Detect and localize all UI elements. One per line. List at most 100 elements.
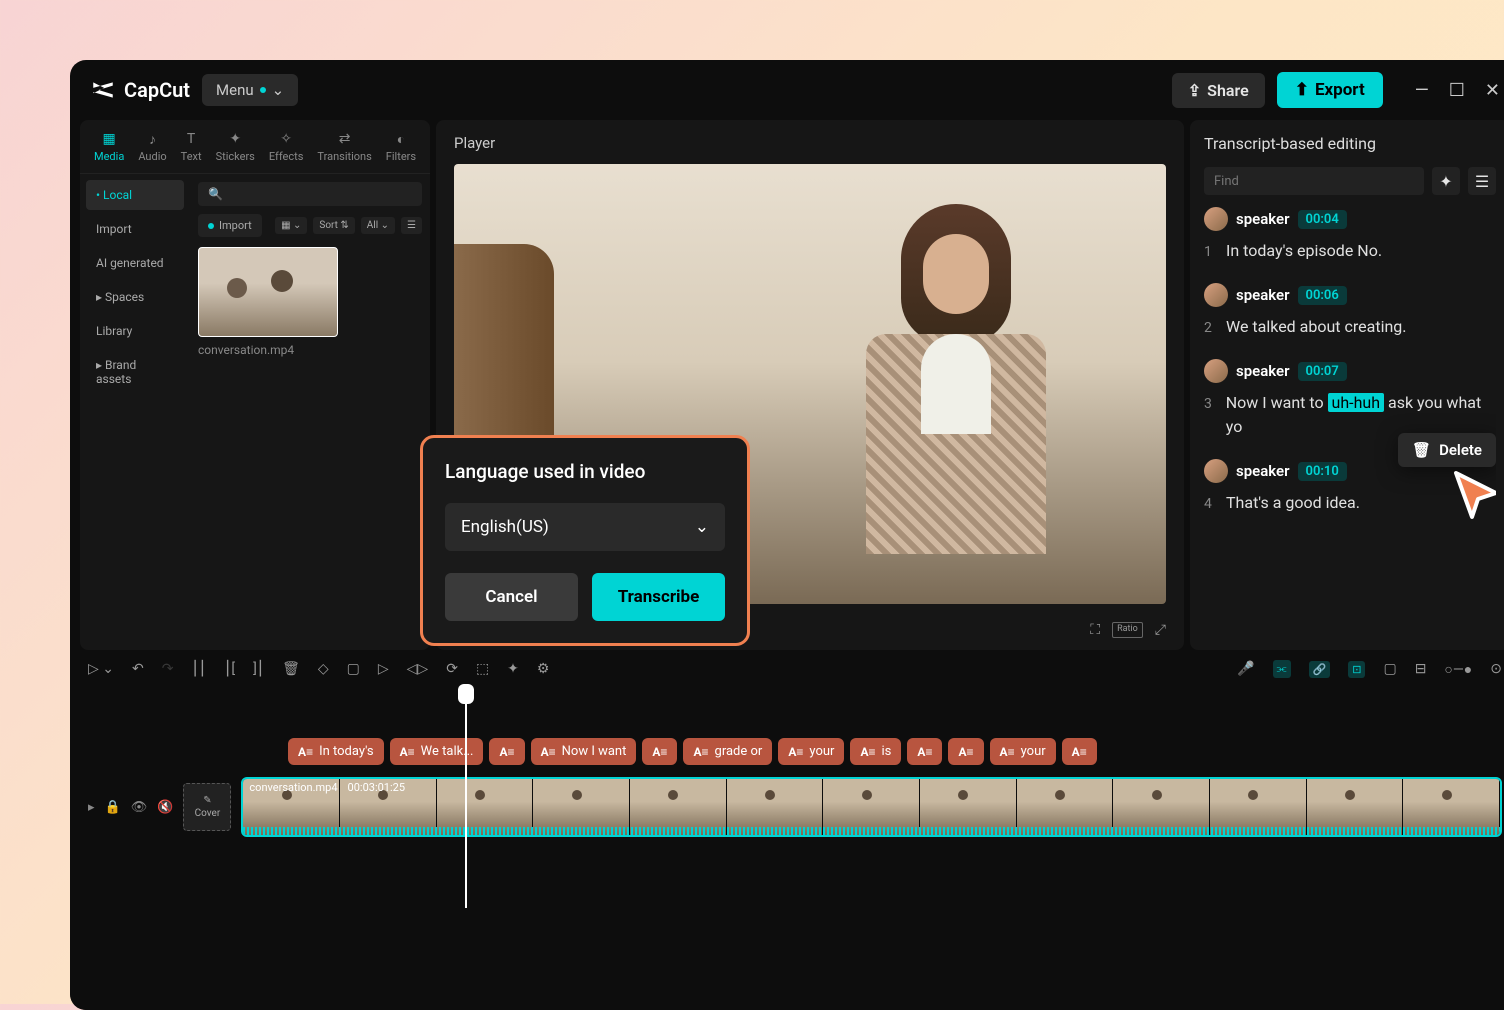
import-chip[interactable]: Import — [198, 214, 262, 237]
magnet-icon[interactable]: ⫘ — [1273, 660, 1291, 678]
text-clip[interactable]: A≡grade or — [683, 738, 772, 765]
media-search-input[interactable] — [198, 182, 422, 206]
delete-icon[interactable]: 🗑 — [282, 661, 300, 677]
tab-stickers[interactable]: ✦Stickers — [216, 130, 255, 163]
settings-icon[interactable]: ⚙ — [537, 661, 550, 677]
video-track[interactable]: conversation.mp400:03:01:25 — [241, 777, 1502, 837]
export-button[interactable]: ⬆Export — [1277, 72, 1383, 108]
media-panel: ▦Media ♪Audio TText ✦Stickers ✧Effects ⇄Trans… — [80, 120, 430, 650]
mirror-icon[interactable]: ◁▷ — [407, 661, 429, 677]
cut-left-icon[interactable]: ⎮[ — [224, 661, 235, 677]
trash-icon: 🗑 — [1412, 441, 1431, 459]
track-toggle-icon[interactable]: ▸ — [88, 800, 95, 815]
track-icon[interactable]: ⊟ — [1415, 661, 1427, 677]
minimize-icon[interactable]: — — [1415, 80, 1429, 101]
undo-icon[interactable]: ↶ — [132, 661, 144, 677]
menu-icon[interactable]: ☰ — [1468, 167, 1496, 195]
rotate-icon[interactable]: ⟳ — [446, 661, 458, 677]
text-clip[interactable]: A≡ — [1062, 738, 1097, 765]
cursor-pointer-icon — [1446, 463, 1496, 523]
snap-icon[interactable]: ⊡ — [1348, 661, 1365, 678]
text-clip[interactable]: A≡We talk... — [390, 738, 484, 765]
app-window: CapCut Menu⌄ ⇪Share ⬆Export — ☐ ✕ ▦Media… — [70, 60, 1504, 1010]
transcribe-button[interactable]: Transcribe — [592, 573, 725, 621]
sidenav-import[interactable]: Import — [86, 214, 184, 244]
cut-right-icon[interactable]: ]⎮ — [253, 661, 264, 677]
chevron-down-icon: ⌄ — [272, 81, 285, 99]
export-icon: ⬆ — [1295, 80, 1309, 100]
filter-all-button[interactable]: All ⌄ — [361, 217, 395, 234]
chevron-down-icon: ⌄ — [695, 517, 709, 537]
sidenav-spaces[interactable]: ▸ Spaces — [86, 282, 184, 312]
eye-icon[interactable]: 👁 — [131, 800, 148, 815]
play-range-icon[interactable]: ▷ — [378, 661, 389, 677]
tab-transitions[interactable]: ⇄Transitions — [317, 130, 371, 163]
share-button[interactable]: ⇪Share — [1172, 73, 1265, 108]
marker-icon[interactable]: ◇ — [318, 661, 329, 677]
avatar — [1204, 283, 1228, 307]
text-clip[interactable]: A≡ — [907, 738, 942, 765]
maximize-icon[interactable]: ☐ — [1449, 80, 1465, 101]
tab-filters[interactable]: ◐Filters — [386, 130, 416, 163]
mute-icon[interactable]: 🔇 — [157, 800, 173, 815]
fullscreen-icon[interactable]: ⤢ — [1155, 622, 1166, 638]
view-grid-icon[interactable]: ▦ ⌄ — [275, 217, 307, 234]
sparkle-icon[interactable]: ✦ — [1432, 167, 1460, 195]
app-name: CapCut — [124, 78, 190, 102]
pointer-tool-icon[interactable]: ▷ ⌄ — [88, 661, 114, 677]
cover-button[interactable]: ✎Cover — [183, 783, 231, 831]
sidenav-local[interactable]: • Local — [86, 180, 184, 210]
redo-icon[interactable]: ↷ — [162, 661, 174, 677]
playhead[interactable] — [465, 688, 467, 908]
sort-button[interactable]: Sort ⇅ — [313, 217, 354, 234]
timeline-toolbar: ▷ ⌄ ↶ ↷ ⎮⎮ ⎮[ ]⎮ 🗑 ◇ ▢ ▷ ◁▷ ⟳ ⬚ ✦ ⚙ 🎤 ⫘ … — [70, 650, 1504, 688]
transcript-find-input[interactable] — [1204, 167, 1424, 195]
text-clip[interactable]: A≡Now I want — [531, 738, 637, 765]
media-filename: conversation.mp4 — [198, 343, 422, 357]
tab-effects[interactable]: ✧Effects — [269, 130, 304, 163]
preview-icon[interactable]: ▢ — [1383, 661, 1396, 677]
capcut-logo-icon — [90, 77, 116, 103]
lock-icon[interactable]: 🔒 — [105, 800, 121, 815]
ratio-button[interactable]: Ratio — [1112, 622, 1143, 638]
modal-title: Language used in video — [445, 460, 725, 483]
transcript-item[interactable]: speaker00:073Now I want to uh-huh ask yo… — [1204, 359, 1496, 439]
tab-audio[interactable]: ♪Audio — [138, 130, 166, 163]
delete-popup[interactable]: 🗑Delete — [1398, 433, 1496, 467]
share-icon: ⇪ — [1188, 81, 1201, 100]
enhance-icon[interactable]: ✦ — [507, 661, 519, 677]
list-view-icon[interactable]: ☰ — [401, 217, 422, 234]
close-icon[interactable]: ✕ — [1485, 80, 1500, 101]
mic-icon[interactable]: 🎤 — [1237, 661, 1254, 677]
tab-media[interactable]: ▦Media — [94, 130, 124, 163]
text-clip[interactable]: A≡your — [990, 738, 1056, 765]
sidenav-brand-assets[interactable]: ▸ Brand assets — [86, 350, 184, 394]
avatar — [1204, 359, 1228, 383]
titlebar: CapCut Menu⌄ ⇪Share ⬆Export — ☐ ✕ — [70, 60, 1504, 120]
media-thumbnail[interactable] — [198, 247, 338, 337]
menu-button[interactable]: Menu⌄ — [202, 74, 298, 106]
crop-icon[interactable]: ⬚ — [476, 661, 489, 677]
text-clip[interactable]: A≡In today's — [288, 738, 384, 765]
cancel-button[interactable]: Cancel — [445, 573, 578, 621]
transcript-item[interactable]: speaker00:062We talked about creating. — [1204, 283, 1496, 339]
fit-icon[interactable]: ⊙ — [1490, 661, 1502, 677]
text-clip[interactable]: A≡is — [850, 738, 901, 765]
media-sidenav: • Local Import AI generated ▸ Spaces Lib… — [80, 174, 190, 650]
sidenav-library[interactable]: Library — [86, 316, 184, 346]
tab-text[interactable]: TText — [181, 130, 202, 163]
text-clip[interactable]: A≡ — [489, 738, 524, 765]
text-clip[interactable]: A≡ — [948, 738, 983, 765]
transcript-item[interactable]: speaker00:041In today's episode No. — [1204, 207, 1496, 263]
focus-icon[interactable]: ⛶ — [1090, 622, 1100, 638]
zoom-slider[interactable]: ○—● — [1444, 661, 1472, 678]
avatar — [1204, 459, 1228, 483]
text-clip[interactable]: A≡your — [778, 738, 844, 765]
transcript-title: Transcript-based editing — [1204, 134, 1496, 153]
text-clip[interactable]: A≡ — [642, 738, 677, 765]
link-icon[interactable]: 🔗 — [1309, 661, 1331, 678]
split-icon[interactable]: ⎮⎮ — [191, 661, 206, 677]
language-select[interactable]: English(US)⌄ — [445, 503, 725, 551]
frame-icon[interactable]: ▢ — [347, 661, 360, 677]
sidenav-ai-generated[interactable]: AI generated — [86, 248, 184, 278]
